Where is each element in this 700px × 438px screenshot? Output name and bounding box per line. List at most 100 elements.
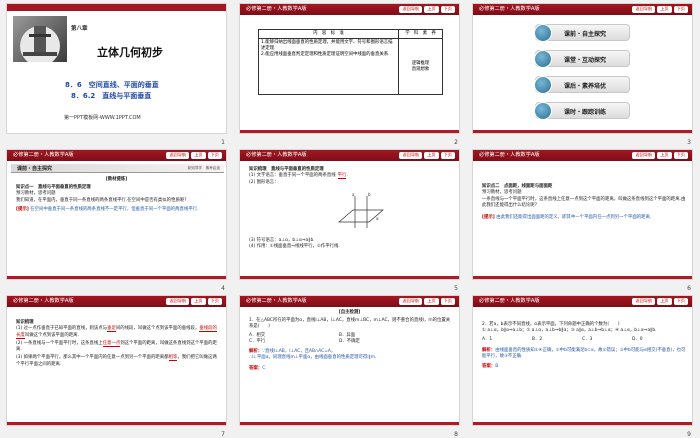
bottom-bar — [240, 276, 459, 279]
next-button[interactable]: 下页 — [440, 151, 455, 159]
next-button[interactable]: 下页 — [207, 151, 222, 159]
standards-cell: 1.能够归纳出线面垂直的性质定理，并能用文字、符号和图形语言描述定理. 2.能应… — [258, 38, 399, 95]
slide-header: 必修第二册・人教数学A版 返回导航 上页 下页 — [240, 296, 459, 307]
prev-button[interactable]: 上页 — [424, 5, 439, 13]
option-c[interactable]: C．平行 — [249, 339, 339, 345]
next-button[interactable]: 下页 — [207, 297, 222, 305]
section-title-1: 8．6 空间直线、平面的垂直 — [65, 81, 159, 89]
slide-thumb-9[interactable]: 必修第二册・人教数学A版 返回导航 上页 下页 2．若a，b表示不同直线，α表示… — [466, 292, 699, 438]
slide-header: 必修第二册・人教数学A版 返回导航 上页 下页 — [240, 150, 459, 161]
parallel-lines-diagram-icon: a b α — [338, 192, 384, 228]
slide-thumb-8[interactable]: 必修第二册・人教数学A版 返回导航 上页 下页 [自主检测] 1．在△ABC所在… — [233, 292, 466, 438]
option-d[interactable]: D．0 — [632, 337, 643, 343]
option-d[interactable]: D．不确定 — [339, 339, 360, 345]
prev-button[interactable]: 上页 — [657, 297, 672, 305]
svg-text:a: a — [352, 192, 355, 197]
building-image-icon — [20, 26, 60, 66]
slide-thumb-6[interactable]: 必修第二册・人教数学A版 返回导航 上页 下页 知识点二 点面距，线面距与面面距… — [466, 146, 699, 292]
slide-thumb-2[interactable]: 必修第二册・人教数学A版 返回导航 上页 下页 内 容 标 准 学 科 素 养 … — [233, 0, 466, 146]
slide-thumb-1[interactable]: 第八章 立体几何初步 8．6 空间直线、平面的垂直 8．6.2 直线与平面垂直 … — [0, 0, 233, 146]
header-title: 必修第二册・人教数学A版 — [246, 298, 307, 304]
nav-button[interactable]: 返回导航 — [399, 5, 423, 13]
slide-thumb-4[interactable]: 必修第二册・人教数学A版 返回导航 上页 下页 课前・自主探究 新知导学 素养启… — [0, 146, 233, 292]
nav-button[interactable]: 返回导航 — [632, 5, 656, 13]
section-title-2: 8．6.2 直线与平面垂直 — [71, 92, 152, 100]
bottom-bar — [473, 422, 692, 425]
prev-button[interactable]: 上页 — [191, 151, 206, 159]
prev-button[interactable]: 上页 — [657, 5, 672, 13]
nav-button[interactable]: 返回导航 — [399, 151, 423, 159]
solution-line-2: ∴l⊥平面α，同理直线m⊥平面α，由线面垂直的性质定理可得l∥m. — [249, 355, 377, 361]
nav-button[interactable]: 返回导航 — [632, 151, 656, 159]
header-title: 必修第二册・人教数学A版 — [479, 6, 540, 12]
option-c[interactable]: C．3 — [582, 337, 632, 343]
answer-value: C — [262, 365, 266, 371]
slide-number: 2 — [454, 139, 458, 146]
cover-photo — [13, 16, 67, 66]
slide-8[interactable]: 必修第二册・人教数学A版 返回导航 上页 下页 [自主检测] 1．在△ABC所在… — [239, 295, 460, 426]
bottom-bar — [473, 130, 692, 133]
header-title: 必修第二册・人教数学A版 — [246, 152, 307, 158]
hint-text: 在空间中垂直于同一条直线的两条直线不一定平行，但垂直于同一个平面的两直线平行. — [30, 206, 199, 212]
globe-icon — [534, 76, 552, 94]
next-button[interactable]: 下页 — [673, 5, 688, 13]
svg-text:b: b — [368, 192, 371, 197]
option-a[interactable]: A．1 — [482, 337, 532, 343]
slide-6[interactable]: 必修第二册・人教数学A版 返回导航 上页 下页 知识点二 点面距，线面距与面面距… — [472, 149, 693, 280]
menu-button-afterclass[interactable]: 课后・素养培优 — [534, 76, 630, 94]
nav-button[interactable]: 返回导航 — [166, 297, 190, 305]
standard-item: 1.能够归纳出线面垂直的性质定理，并能用文字、符号和图形语言描述定理. — [261, 40, 393, 51]
statement-list: ① a⊥α，b∥α⇒a⊥b；② a⊥α，a⊥b⇒b∥α；③ a∥α，a⊥b⇒b⊥… — [482, 328, 657, 334]
slide-9[interactable]: 必修第二册・人教数学A版 返回导航 上页 下页 2．若a，b表示不同直线，α表示… — [472, 295, 693, 426]
slide-thumb-7[interactable]: 必修第二册・人教数学A版 返回导航 上页 下页 知识梳理 (1) 过一点作垂直于… — [0, 292, 233, 438]
question-text: 我们知道，在平面内，垂直于同一条直线的两条直线平行.在空间中是否有类似的性质呢? — [16, 197, 187, 203]
point-3: (3) 如果两个平面平行，那么其中一个平面内的任意一点到另一个平面的距离都相等，… — [16, 355, 217, 367]
menu-button-inclass[interactable]: 课堂・互动探究 — [534, 50, 630, 68]
prev-button[interactable]: 上页 — [191, 297, 206, 305]
globe-icon — [534, 50, 552, 68]
svg-text:α: α — [376, 216, 379, 221]
slide-number: 1 — [221, 139, 225, 146]
options-row: A．1 B．2 C．3 D．0 — [482, 337, 687, 343]
menu-button-preclass[interactable]: 课前・自主探究 — [534, 24, 630, 42]
graph-language-line: (2) 图形语言： — [249, 179, 279, 185]
content: 知识点二 点面距，线面距与面面距 预习教材，思考问题 一条直线与一个平面平行时，… — [482, 184, 687, 221]
next-button[interactable]: 下页 — [673, 297, 688, 305]
slide-7[interactable]: 必修第二册・人教数学A版 返回导航 上页 下页 知识梳理 (1) 过一点作垂直于… — [6, 295, 227, 426]
slide-4[interactable]: 必修第二册・人教数学A版 返回导航 上页 下页 课前・自主探究 新知导学 素养启… — [6, 149, 227, 280]
slide-header: 必修第二册・人教数学A版 返回导航 上页 下页 — [240, 4, 459, 15]
content: 2．若a，b表示不同直线，α表示平面，下列命题中正确的个数为( ) ① a⊥α，… — [482, 322, 687, 371]
standard-item: 2.能应用线面垂直判定定理和性质定理证明空间中线面的垂直关系. — [261, 52, 390, 57]
point-1: (1) 过一点作垂直于已知平面的直线，则该点与垂足间的线段，叫做这个点到该平面的… — [16, 326, 217, 339]
nav-button[interactable]: 返回导航 — [399, 297, 423, 305]
heading: [自主检测] — [338, 310, 361, 315]
slide-2[interactable]: 必修第二册・人教数学A版 返回导航 上页 下页 内 容 标 准 学 科 素 养 … — [239, 3, 460, 134]
slide-5[interactable]: 必修第二册・人教数学A版 返回导航 上页 下页 知识梳理 直线与平面垂直的性质定… — [239, 149, 460, 280]
section-band-subtitle: 新知导学 素养启迪 — [187, 166, 220, 170]
next-button[interactable]: 下页 — [673, 151, 688, 159]
slide-3[interactable]: 必修第二册・人教数学A版 返回导航 上页 下页 课前・自主探究 课堂・互动探究 … — [472, 3, 693, 134]
prev-button[interactable]: 上页 — [424, 297, 439, 305]
slide-number: 5 — [454, 285, 458, 292]
solution-label: 解析： — [482, 347, 496, 353]
bottom-bar — [473, 276, 692, 279]
globe-icon — [534, 102, 552, 120]
content-lower: (3) 符号语言：a⊥α，b⊥α⇒a∥b. (4) 作用：①线面垂直⇒线线平行，… — [249, 238, 454, 251]
globe-icon — [534, 24, 552, 42]
next-button[interactable]: 下页 — [440, 5, 455, 13]
slide-thumb-5[interactable]: 必修第二册・人教数学A版 返回导航 上页 下页 知识梳理 直线与平面垂直的性质定… — [233, 146, 466, 292]
solution-line-1: ∵直线l⊥AB，l⊥AC，且AB∩AC=A， — [262, 349, 336, 355]
option-b[interactable]: B．2 — [532, 337, 582, 343]
menu-button-practice[interactable]: 课时・跟踪训练 — [534, 102, 630, 120]
slide-number: 9 — [687, 431, 691, 438]
nav-button[interactable]: 返回导航 — [632, 297, 656, 305]
literacy-item: 直观想象 — [411, 66, 430, 72]
hint-label: [提示] — [482, 215, 495, 221]
next-button[interactable]: 下页 — [440, 297, 455, 305]
slide-1[interactable]: 第八章 立体几何初步 8．6 空间直线、平面的垂直 8．6.2 直线与平面垂直 … — [6, 3, 227, 134]
nav-button[interactable]: 返回导航 — [166, 151, 190, 159]
prev-button[interactable]: 上页 — [424, 151, 439, 159]
question-text: 1．在△ABC所在的平面为α，直线l⊥AB，l⊥AC，直线m⊥BC，m⊥AC，则… — [249, 318, 451, 330]
slide-thumb-3[interactable]: 必修第二册・人教数学A版 返回导航 上页 下页 课前・自主探究 课堂・互动探究 … — [466, 0, 699, 146]
prev-button[interactable]: 上页 — [657, 151, 672, 159]
